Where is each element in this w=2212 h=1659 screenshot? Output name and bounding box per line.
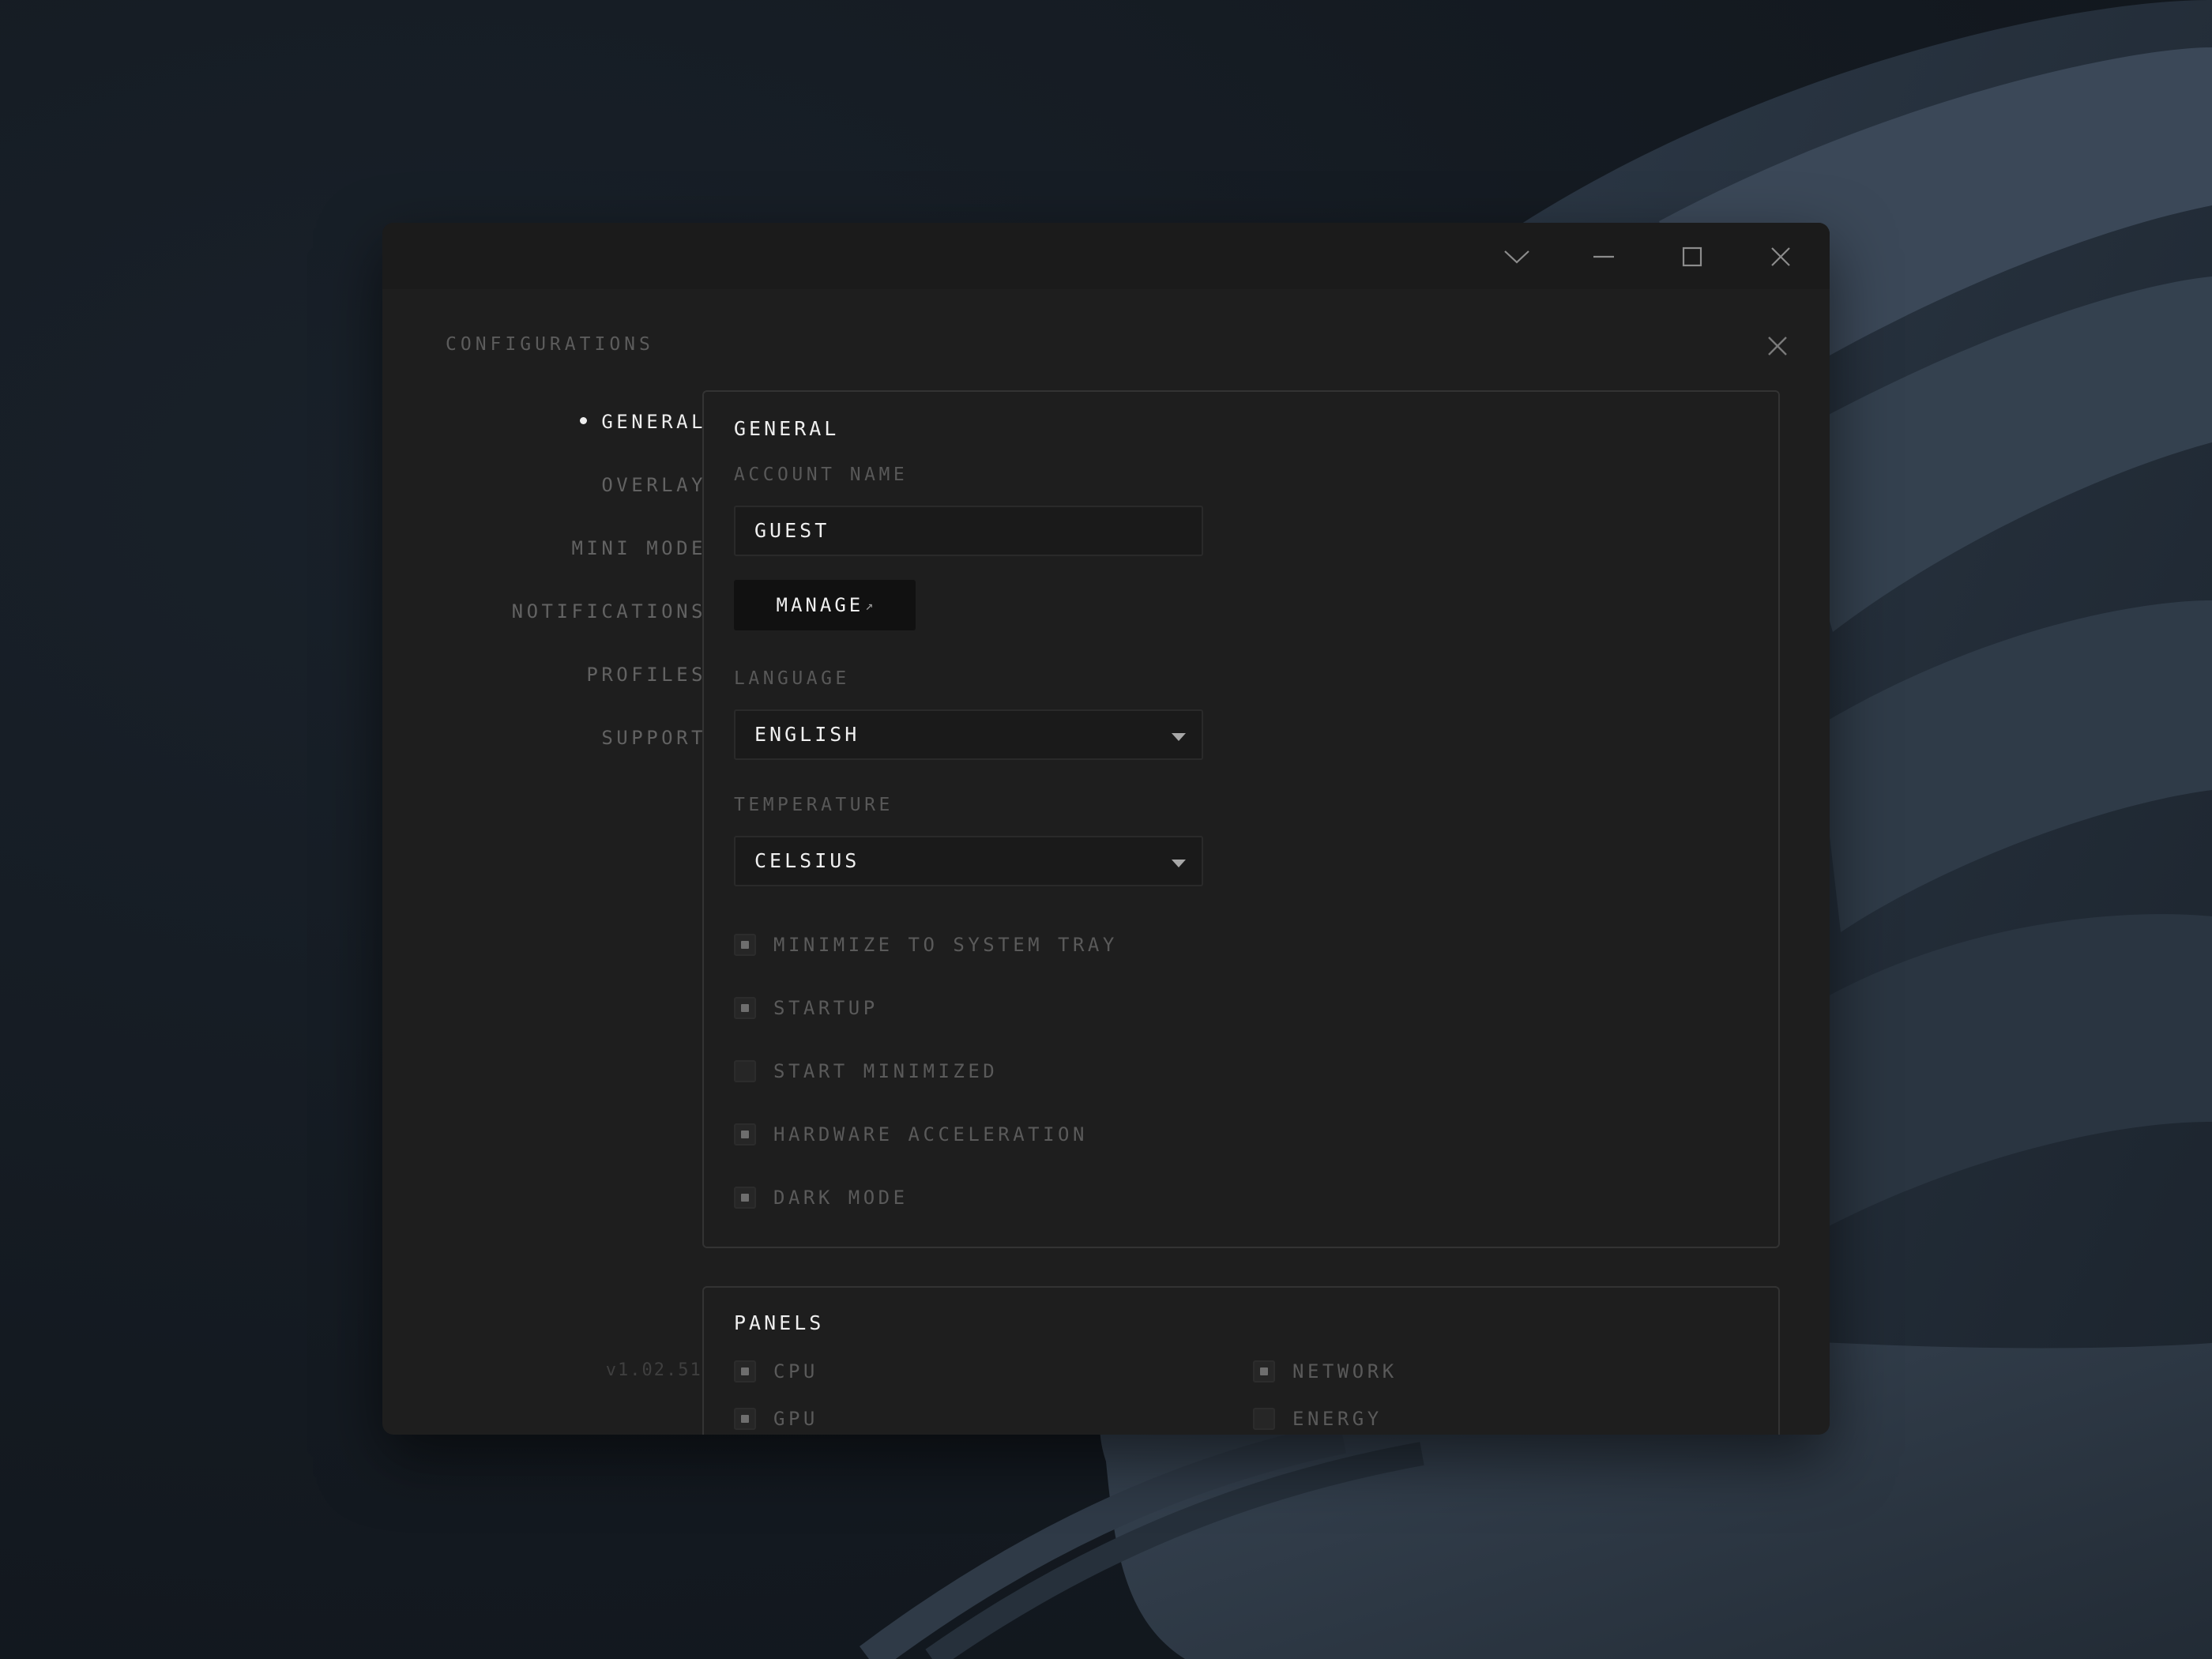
sidebar-item-mini-mode[interactable]: MINI MODE	[430, 517, 706, 580]
account-name-field[interactable]: GUEST	[734, 506, 1203, 556]
language-value: ENGLISH	[754, 723, 860, 746]
sidebar-item-label: MINI MODE	[571, 537, 706, 559]
external-link-icon: ↗	[865, 598, 874, 614]
sidebar-title: CONFIGURATIONS	[446, 334, 654, 355]
section-title: PANELS	[734, 1311, 825, 1334]
title-bar[interactable]	[382, 223, 1830, 289]
sidebar-item-label: NOTIFICATIONS	[511, 600, 706, 623]
option-label: CPU	[773, 1360, 818, 1382]
checkbox[interactable]	[734, 1187, 756, 1209]
option-label: STARTUP	[773, 997, 878, 1019]
manage-button[interactable]: MANAGE ↗	[734, 580, 916, 630]
maximize-icon[interactable]	[1670, 239, 1714, 275]
app-window: CONFIGURATIONS GENERAL OVERLAY MINI MODE…	[382, 223, 1830, 1435]
chevron-down-icon[interactable]	[1495, 239, 1539, 275]
sidebar-item-label: GENERAL	[601, 411, 706, 433]
temperature-label: TEMPERATURE	[734, 795, 893, 815]
option-label: DARK MODE	[773, 1187, 908, 1209]
sidebar-item-notifications[interactable]: NOTIFICATIONS	[430, 580, 706, 643]
panel-close-icon[interactable]	[1755, 324, 1800, 368]
sidebar-item-profiles[interactable]: PROFILES	[430, 643, 706, 706]
option-label: HARDWARE ACCELERATION	[773, 1123, 1088, 1146]
settings-nav: GENERAL OVERLAY MINI MODE NOTIFICATIONS …	[430, 390, 706, 769]
option-label: GPU	[773, 1408, 818, 1430]
checkbox[interactable]	[734, 997, 756, 1019]
option-label: ENERGY	[1292, 1408, 1382, 1430]
checkbox[interactable]	[734, 1360, 756, 1382]
sidebar-item-label: OVERLAY	[601, 474, 706, 496]
sidebar-item-label: PROFILES	[586, 664, 706, 686]
checkbox[interactable]	[1253, 1360, 1275, 1382]
dropdown-caret-icon	[1172, 733, 1186, 741]
minimize-icon[interactable]	[1582, 239, 1626, 275]
version-label: v1.02.512	[605, 1360, 714, 1380]
close-icon[interactable]	[1759, 239, 1803, 275]
sidebar-item-support[interactable]: SUPPORT	[430, 706, 706, 769]
language-label: LANGUAGE	[734, 668, 850, 689]
language-select[interactable]: ENGLISH	[734, 709, 1203, 760]
checkbox[interactable]	[734, 1408, 756, 1430]
dropdown-caret-icon	[1172, 860, 1186, 867]
checkbox[interactable]	[734, 1123, 756, 1146]
panels-card: PANELS CPU NETWORK GPU ENERGY	[702, 1286, 1780, 1435]
checkbox[interactable]	[1253, 1408, 1275, 1430]
section-title: GENERAL	[734, 417, 840, 440]
option-label: START MINIMIZED	[773, 1060, 999, 1082]
sidebar-item-general[interactable]: GENERAL	[430, 390, 706, 453]
general-card: GENERAL ACCOUNT NAME GUEST MANAGE ↗ LANGU…	[702, 390, 1780, 1248]
sidebar-item-label: SUPPORT	[601, 727, 706, 749]
temperature-value: CELSIUS	[754, 849, 860, 872]
option-label: MINIMIZE TO SYSTEM TRAY	[773, 934, 1118, 956]
checkbox[interactable]	[734, 934, 756, 956]
account-name-label: ACCOUNT NAME	[734, 465, 908, 485]
temperature-select[interactable]: CELSIUS	[734, 836, 1203, 886]
option-label: NETWORK	[1292, 1360, 1398, 1382]
checkbox[interactable]	[734, 1060, 756, 1082]
sidebar-item-overlay[interactable]: OVERLAY	[430, 453, 706, 517]
manage-button-label: MANAGE	[776, 594, 864, 616]
active-indicator-dot	[580, 416, 588, 424]
